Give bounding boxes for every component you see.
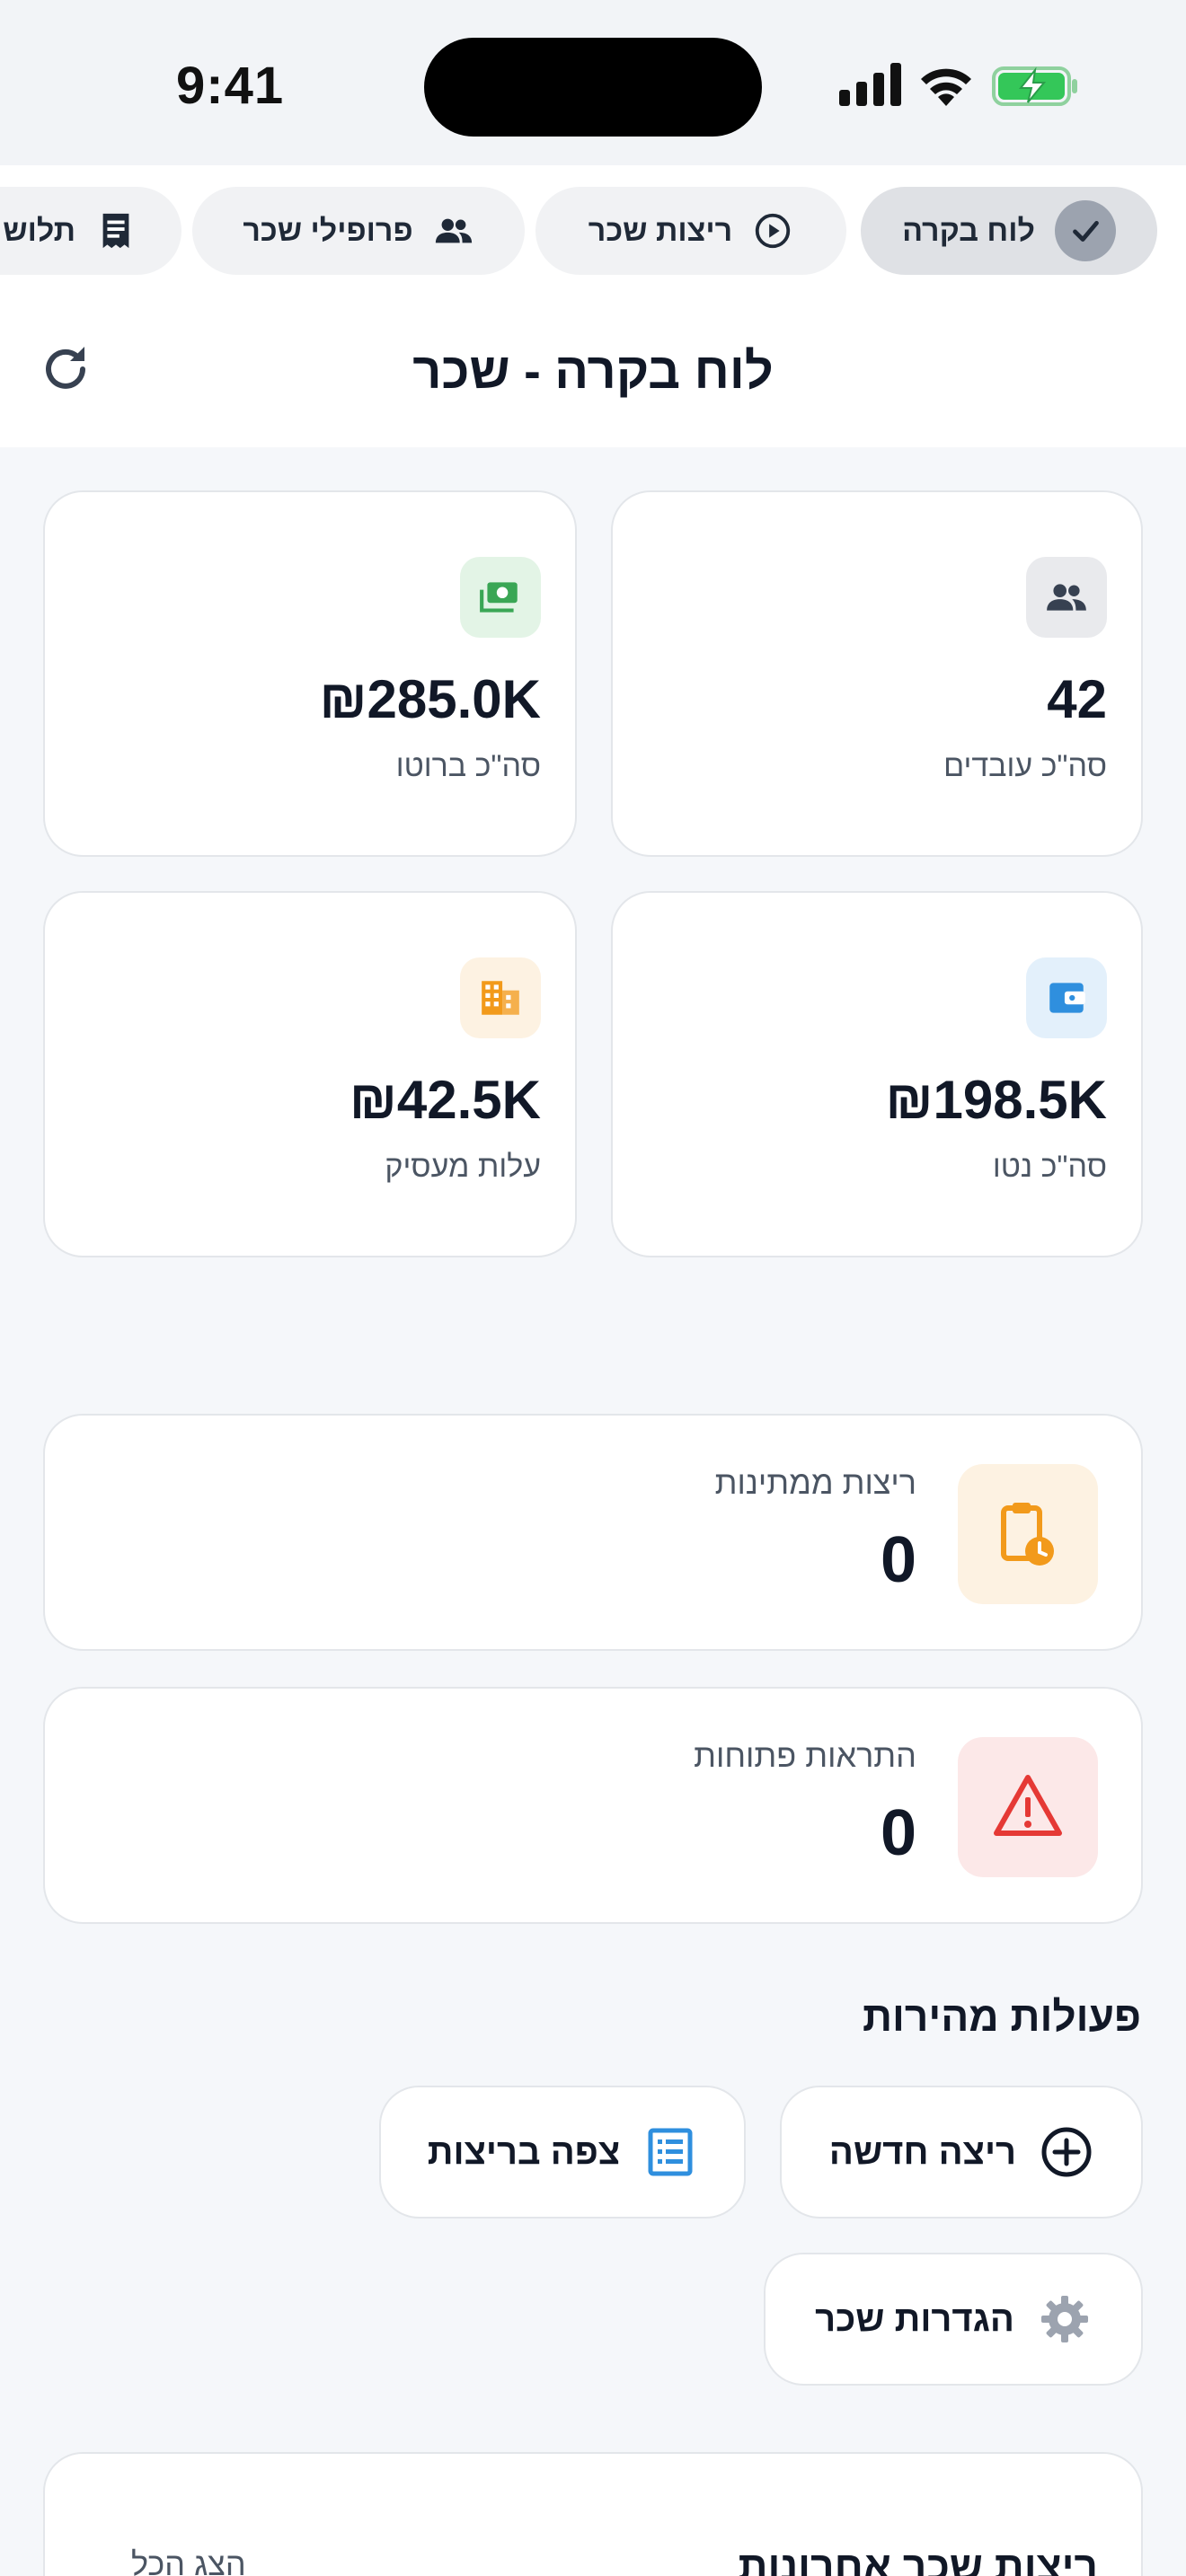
tab-dashboard[interactable]: לוח בקרה <box>861 187 1157 275</box>
status-card-value: 0 <box>880 1797 916 1869</box>
stat-card-employer-cost[interactable]: ₪42.5K עלות מעסיק <box>43 891 577 1257</box>
status-card-value: 0 <box>880 1524 916 1596</box>
refresh-icon[interactable] <box>38 341 93 397</box>
payroll-settings-button[interactable]: הגדרות שכר <box>764 2253 1143 2386</box>
wifi-icon <box>921 68 971 106</box>
pending-runs-card[interactable]: ריצות ממתינות 0 <box>43 1414 1143 1651</box>
play-circle-icon <box>752 210 793 251</box>
people-icon <box>433 210 474 251</box>
check-icon <box>1054 200 1116 261</box>
stat-card-gross[interactable]: ₪285.0K סה"כ ברוטו <box>43 490 577 857</box>
page-header: לוח בקרה - שכר <box>0 296 1186 447</box>
action-label: צפה בריצות <box>427 2131 621 2172</box>
stat-label: סה"כ ברוטו <box>395 749 541 783</box>
stat-value: 42 <box>1047 669 1107 729</box>
new-run-button[interactable]: ריצה חדשה <box>780 2086 1143 2219</box>
list-icon <box>648 2128 693 2176</box>
wallet-icon <box>1026 957 1107 1038</box>
open-alerts-card[interactable]: התראות פתוחות 0 <box>43 1687 1143 1924</box>
stat-label: סה"כ נטו <box>992 1150 1107 1184</box>
recent-runs-card: ריצות שכר אחרונות הצג הכל <box>43 2452 1143 2576</box>
plus-circle-icon <box>1041 2127 1092 2177</box>
building-icon <box>460 957 541 1038</box>
status-bar: 9:41 <box>0 0 1186 165</box>
quick-actions-title: פעולות מהירות <box>862 1993 1141 2040</box>
stat-value: ₪285.0K <box>319 669 541 729</box>
action-label: ריצה חדשה <box>828 2131 1017 2172</box>
battery-charging-icon <box>992 66 1077 106</box>
stat-label: סה"כ עובדים <box>943 749 1107 783</box>
status-card-label: התראות פתוחות <box>694 1737 916 1774</box>
view-runs-button[interactable]: צפה בריצות <box>379 2086 746 2219</box>
page-title: לוח בקרה - שכר <box>412 342 774 399</box>
tab-bar: לוח בקרה ריצות שכר פרופילי שכר תלוש <box>0 165 1186 296</box>
gear-icon <box>1040 2296 1088 2342</box>
money-icon <box>460 557 541 638</box>
stat-label: עלות מעסיק <box>385 1150 541 1184</box>
tab-label: לוח בקרה <box>902 213 1035 248</box>
stat-value: ₪42.5K <box>349 1070 541 1130</box>
dynamic-island <box>424 38 762 137</box>
recent-runs-title: ריצות שכר אחרונות <box>738 2543 1098 2576</box>
tab-payroll-runs[interactable]: ריצות שכר <box>535 187 846 275</box>
tab-label: פרופילי שכר <box>243 213 413 248</box>
stat-value: ₪198.5K <box>885 1070 1107 1130</box>
people-icon <box>1026 557 1107 638</box>
tab-payslips[interactable]: תלוש <box>0 187 181 275</box>
stat-card-employees[interactable]: 42 סה"כ עובדים <box>611 490 1143 857</box>
clipboard-clock-icon <box>958 1464 1098 1604</box>
action-label: הגדרות שכר <box>815 2298 1014 2339</box>
receipt-icon <box>95 210 137 251</box>
status-time: 9:41 <box>176 57 285 115</box>
stat-card-net[interactable]: ₪198.5K סה"כ נטו <box>611 891 1143 1257</box>
tab-payroll-profiles[interactable]: פרופילי שכר <box>192 187 525 275</box>
warning-icon <box>958 1737 1098 1877</box>
cellular-signal-icon <box>839 63 901 106</box>
tab-label: ריצות שכר <box>588 213 733 248</box>
tab-label: תלוש <box>3 213 75 248</box>
view-all-link[interactable]: הצג הכל <box>131 2545 246 2576</box>
status-card-label: ריצות ממתינות <box>714 1464 916 1501</box>
